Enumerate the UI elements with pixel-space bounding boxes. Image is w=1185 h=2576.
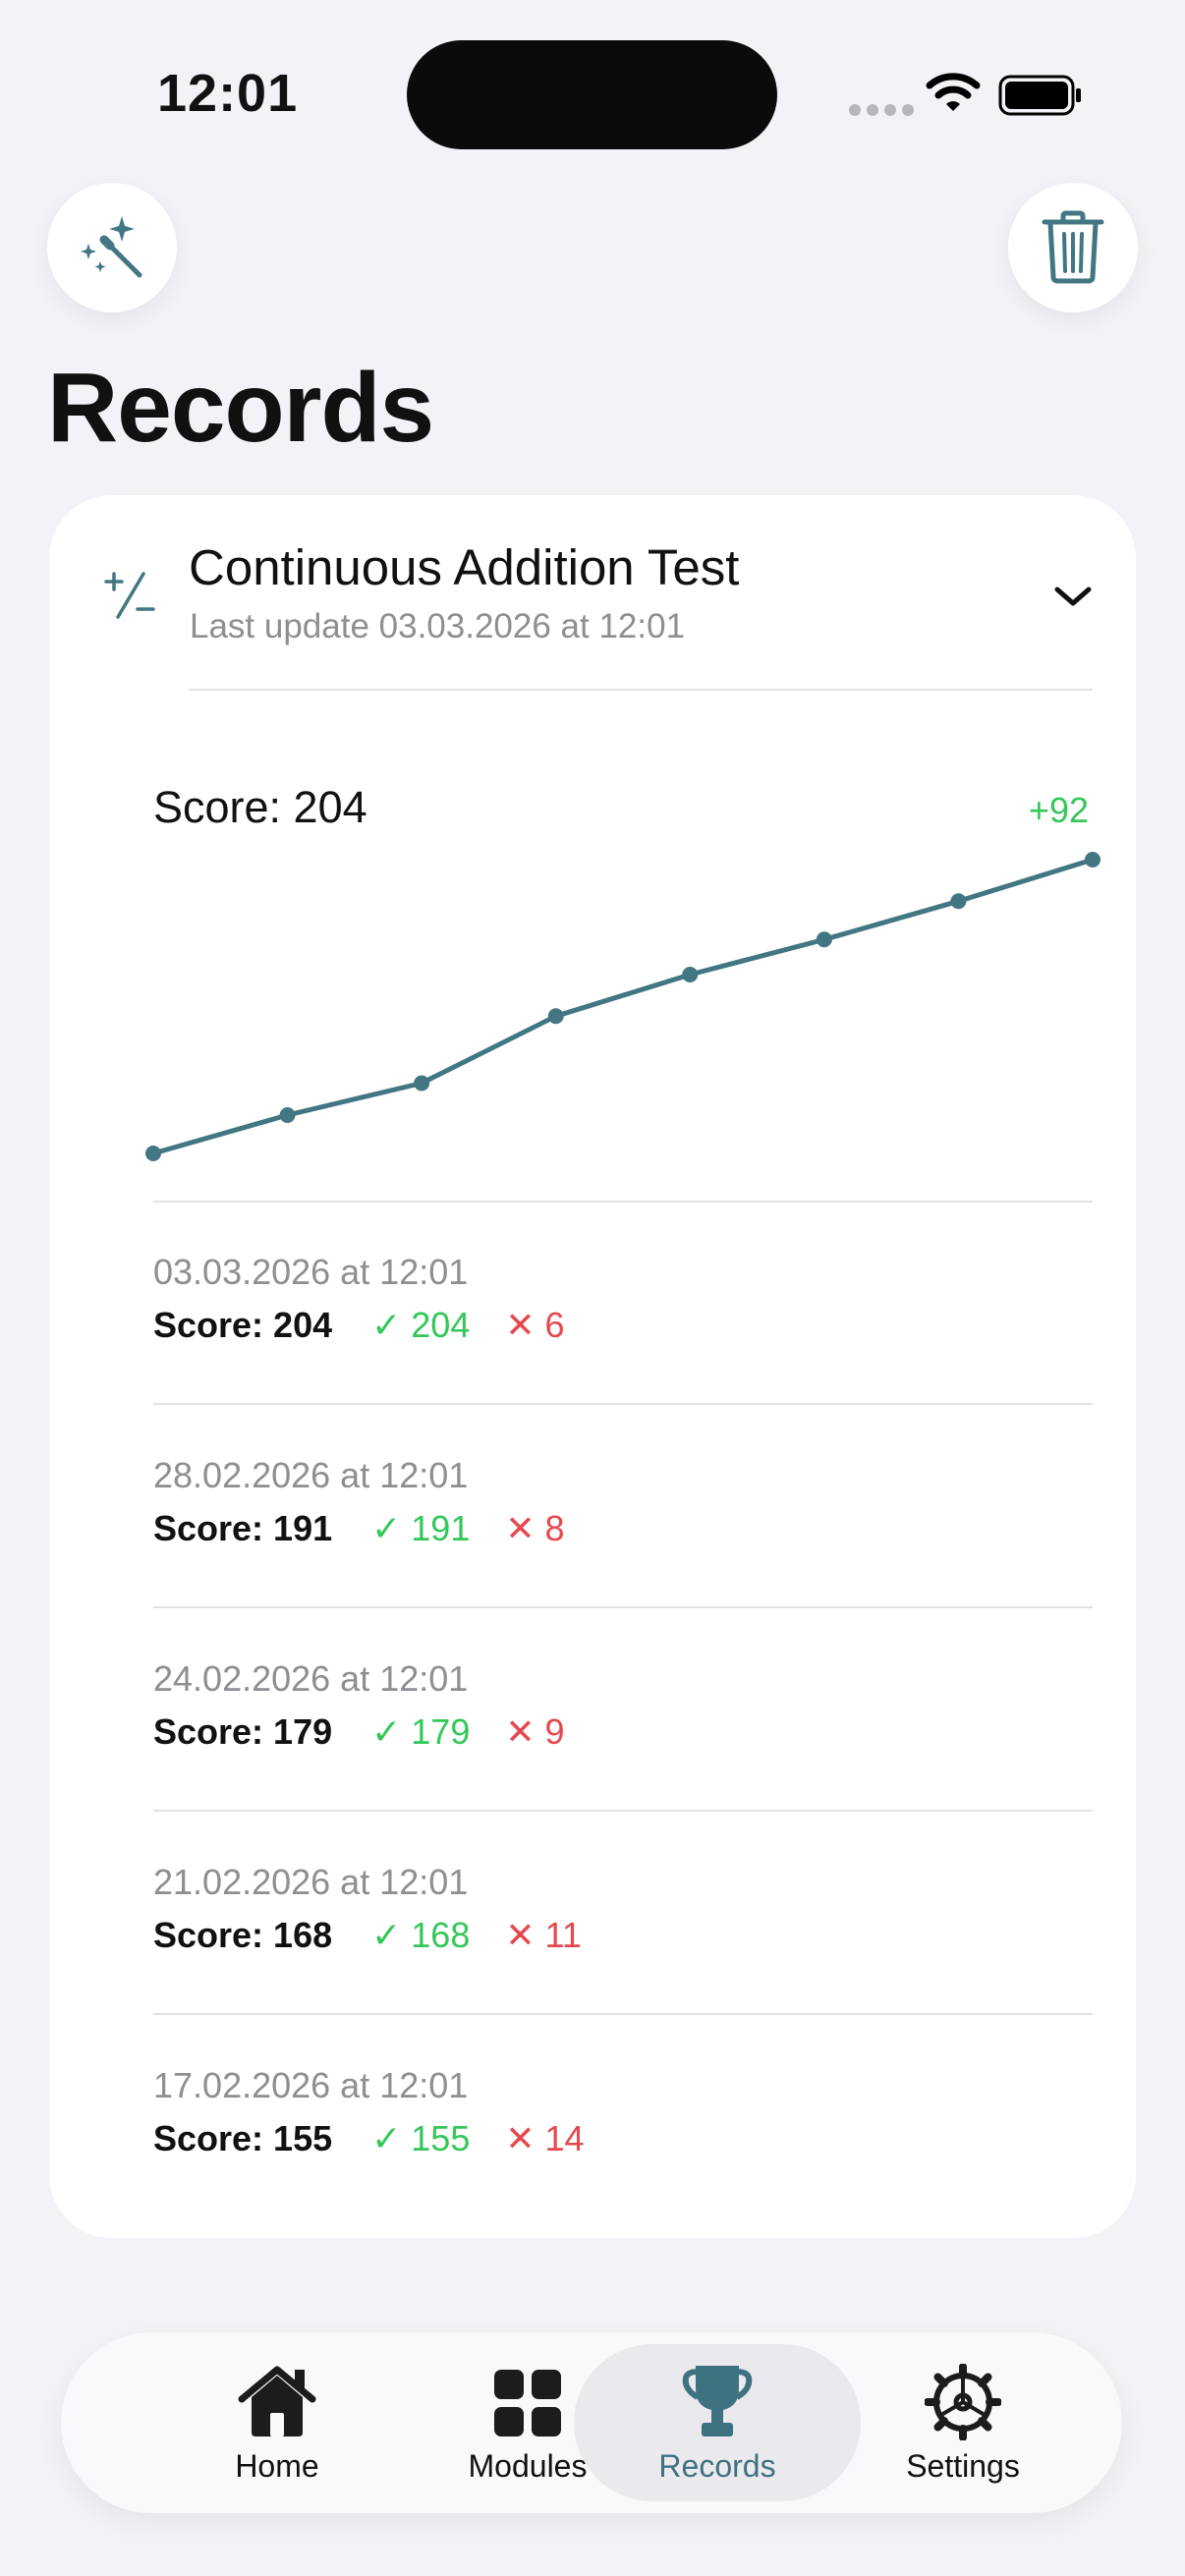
- delete-button[interactable]: [1008, 183, 1138, 312]
- gear-icon: [925, 2364, 1001, 2440]
- battery-icon: [998, 75, 1081, 116]
- page-title: Records: [47, 353, 434, 463]
- records-card: Continuous Addition Test Last update 03.…: [49, 495, 1136, 2238]
- tab-label: Records: [658, 2448, 776, 2484]
- dynamic-island: [407, 40, 777, 149]
- row-divider: [153, 2013, 1093, 2015]
- record-row[interactable]: 17.02.2026 at 12:01 Score: 155 ✓ 155 ✕ 1…: [153, 2016, 1093, 2218]
- score-line-chart: [145, 852, 1100, 1161]
- tab-label: Settings: [906, 2448, 1020, 2484]
- trash-icon: [1042, 210, 1104, 284]
- record-correct-count: ✓ 191: [371, 1508, 471, 1548]
- score-data-point: [145, 1146, 161, 1161]
- tab-bar: Home Modules Records Settings: [61, 2332, 1122, 2513]
- score-data-point: [682, 967, 699, 982]
- trophy-icon: [682, 2366, 753, 2436]
- status-time: 12:01: [157, 64, 299, 123]
- record-row[interactable]: 24.02.2026 at 12:01 Score: 179 ✓ 179 ✕ 9: [153, 1609, 1093, 1812]
- tab-label: Home: [235, 2448, 319, 2484]
- record-score: Score: 155: [153, 2118, 333, 2158]
- score-data-point: [414, 1075, 430, 1092]
- score-data-point: [950, 893, 967, 910]
- cellular-signal-icon: [849, 104, 914, 116]
- tab-settings[interactable]: Settings: [835, 2332, 1091, 2513]
- grid-icon: [494, 2370, 561, 2436]
- record-score: Score: 179: [153, 1711, 333, 1752]
- score-data-point: [279, 1107, 296, 1123]
- record-wrong-count: ✕ 8: [505, 1508, 565, 1548]
- row-divider: [153, 1810, 1093, 1812]
- record-score: Score: 191: [153, 1508, 333, 1548]
- score-data-point: [816, 931, 832, 948]
- record-wrong-count: ✕ 14: [505, 2118, 585, 2158]
- wifi-icon: [926, 73, 981, 111]
- row-divider: [153, 1403, 1093, 1405]
- record-correct-count: ✓ 204: [371, 1305, 471, 1345]
- record-score: Score: 168: [153, 1915, 333, 1955]
- record-score: Score: 204: [153, 1305, 333, 1345]
- record-correct-count: ✓ 168: [371, 1915, 471, 1955]
- tab-label: Modules: [468, 2448, 588, 2484]
- record-row[interactable]: 28.02.2026 at 12:01 Score: 191 ✓ 191 ✕ 8: [153, 1406, 1093, 1608]
- record-date: 28.02.2026 at 12:01: [153, 1455, 469, 1495]
- house-icon: [238, 2366, 316, 2436]
- magic-wand-icon: [81, 216, 142, 278]
- record-wrong-count: ✕ 11: [505, 1915, 582, 1955]
- record-date: 24.02.2026 at 12:01: [153, 1658, 469, 1699]
- magic-wand-button[interactable]: [47, 183, 177, 312]
- score-data-point: [547, 1008, 564, 1025]
- record-wrong-count: ✕ 6: [505, 1305, 565, 1345]
- score-data-point: [1085, 852, 1100, 868]
- record-correct-count: ✓ 179: [371, 1711, 471, 1752]
- record-date: 03.03.2026 at 12:01: [153, 1252, 469, 1292]
- tab-home[interactable]: Home: [149, 2332, 405, 2513]
- tab-records[interactable]: Records: [574, 2332, 861, 2513]
- record-wrong-count: ✕ 9: [505, 1711, 565, 1752]
- record-date: 21.02.2026 at 12:01: [153, 1862, 469, 1902]
- record-row[interactable]: 03.03.2026 at 12:01 Score: 204 ✓ 204 ✕ 6: [153, 1203, 1093, 1405]
- row-divider: [153, 1606, 1093, 1608]
- record-correct-count: ✓ 155: [371, 2118, 471, 2158]
- record-date: 17.02.2026 at 12:01: [153, 2065, 469, 2105]
- record-row[interactable]: 21.02.2026 at 12:01 Score: 168 ✓ 168 ✕ 1…: [153, 1813, 1093, 2015]
